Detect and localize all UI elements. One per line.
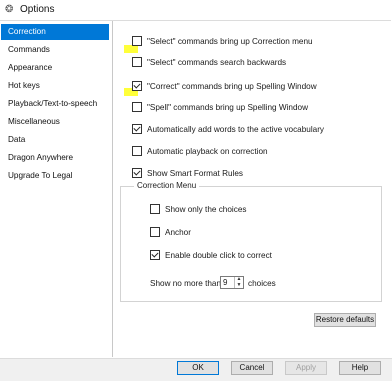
option-label: Enable double click to correct	[165, 250, 272, 260]
option-select-brings-correction-menu[interactable]: "Select" commands bring up Correction me…	[132, 35, 313, 47]
option-label: "Correct" commands bring up Spelling Win…	[147, 81, 317, 91]
cancel-button[interactable]: Cancel	[231, 361, 273, 375]
ok-button[interactable]: OK	[177, 361, 219, 375]
option-correct-brings-spelling-window[interactable]: "Correct" commands bring up Spelling Win…	[132, 80, 317, 92]
checkbox-checked[interactable]	[132, 168, 142, 178]
option-label: Show only the choices	[165, 204, 247, 214]
option-label: Anchor	[165, 227, 191, 237]
checkbox-checked[interactable]	[132, 81, 142, 91]
spin-down-icon[interactable]: ▼	[235, 282, 243, 288]
title-bar: ❂ Options	[0, 0, 392, 20]
option-auto-add-words[interactable]: Automatically add words to the active vo…	[132, 123, 324, 135]
checkbox[interactable]	[132, 102, 142, 112]
option-show-smart-format-rules[interactable]: Show Smart Format Rules	[132, 167, 243, 179]
sidebar-item-hot-keys[interactable]: Hot keys	[1, 78, 109, 94]
option-anchor[interactable]: Anchor	[150, 226, 191, 238]
sidebar-item-playback[interactable]: Playback/Text-to-speech	[1, 96, 109, 112]
label-text: choices	[248, 278, 276, 288]
option-label: "Spell" commands bring up Spelling Windo…	[147, 102, 308, 112]
sidebar-item-dragon-anywhere[interactable]: Dragon Anywhere	[1, 150, 109, 166]
option-label: "Select" commands search backwards	[147, 57, 287, 67]
sidebar-item-correction[interactable]: Correction	[1, 24, 109, 40]
sidebar-item-miscellaneous[interactable]: Miscellaneous	[1, 114, 109, 130]
dragon-app-icon: ❂	[5, 4, 14, 15]
group-title: Correction Menu	[134, 181, 200, 191]
checkbox[interactable]	[132, 36, 142, 46]
option-show-only-choices[interactable]: Show only the choices	[150, 203, 246, 215]
checkbox[interactable]	[132, 146, 142, 156]
show-no-more-than-label: Show no more than	[150, 277, 221, 289]
window-title: Options	[20, 4, 55, 15]
label-text: Show no more than	[150, 278, 222, 288]
option-label: Automatic playback on correction	[147, 146, 268, 156]
help-button[interactable]: Help	[339, 361, 381, 375]
sidebar-item-commands[interactable]: Commands	[1, 42, 109, 58]
checkbox-checked[interactable]	[150, 250, 160, 260]
checkbox[interactable]	[132, 57, 142, 67]
option-label: "Select" commands bring up Correction me…	[147, 36, 313, 46]
sidebar-item-upgrade-to-legal[interactable]: Upgrade To Legal	[1, 168, 109, 184]
checkbox[interactable]	[150, 204, 160, 214]
choices-count-stepper[interactable]: 9 ▲ ▼	[220, 276, 244, 289]
choices-label: choices	[248, 277, 276, 289]
options-sidebar: Correction Commands Appearance Hot keys …	[0, 21, 113, 357]
sidebar-item-appearance[interactable]: Appearance	[1, 60, 109, 76]
option-spell-brings-spelling-window[interactable]: "Spell" commands bring up Spelling Windo…	[132, 101, 308, 113]
checkbox[interactable]	[150, 227, 160, 237]
option-enable-double-click[interactable]: Enable double click to correct	[150, 249, 272, 261]
option-select-search-backwards[interactable]: "Select" commands search backwards	[132, 56, 286, 68]
option-label: Automatically add words to the active vo…	[147, 124, 325, 134]
apply-button[interactable]: Apply	[285, 361, 327, 375]
option-automatic-playback[interactable]: Automatic playback on correction	[132, 145, 268, 157]
stepper-buttons: ▲ ▼	[234, 277, 243, 288]
choices-count-value: 9	[223, 278, 228, 287]
sidebar-item-data[interactable]: Data	[1, 132, 109, 148]
checkbox-checked[interactable]	[132, 124, 142, 134]
option-label: Show Smart Format Rules	[147, 168, 244, 178]
restore-defaults-button[interactable]: Restore defaults	[314, 313, 376, 327]
